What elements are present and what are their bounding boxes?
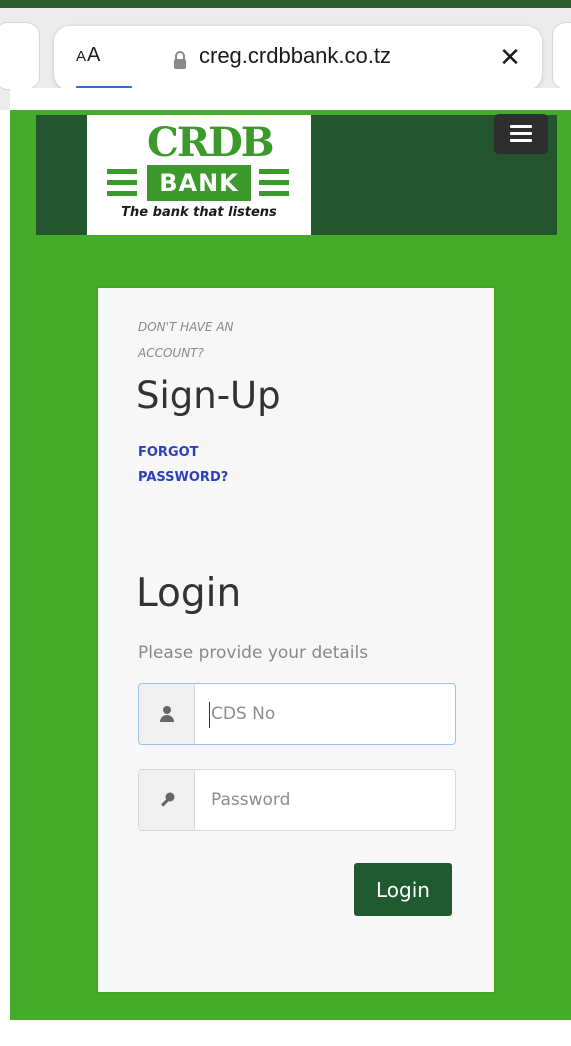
lock-icon — [174, 51, 186, 69]
page-bottom-edge — [0, 1020, 571, 1046]
cds-number-field-group — [138, 683, 456, 745]
browser-top-strip — [0, 0, 571, 8]
logo-brand-text: CRDB — [147, 119, 275, 166]
hamburger-menu-icon[interactable] — [494, 114, 548, 154]
login-subtitle: Please provide your details — [138, 643, 369, 663]
login-heading: Login — [136, 571, 242, 616]
logo-bank-text: BANK — [147, 165, 251, 201]
login-card: DON'T HAVE AN ACCOUNT? Sign-Up FORGOT PA… — [98, 288, 494, 992]
logo-stripes-left — [107, 169, 137, 197]
previous-tab[interactable] — [0, 22, 40, 90]
password-field-group — [138, 769, 456, 831]
logo-tagline: The bank that listens — [121, 205, 277, 220]
page-left-edge — [0, 110, 10, 1046]
url-text[interactable]: creg.crdbbank.co.tz — [199, 43, 391, 73]
text-cursor — [209, 702, 210, 728]
no-account-text: DON'T HAVE AN ACCOUNT? — [138, 320, 234, 360]
next-tab[interactable] — [552, 22, 571, 90]
toolbar-divider — [10, 88, 571, 110]
signup-link[interactable]: Sign-Up — [136, 372, 281, 420]
reader-text-size-button[interactable]: AA — [76, 44, 101, 74]
key-icon — [139, 770, 195, 830]
user-icon — [139, 684, 195, 744]
cds-number-input[interactable] — [195, 684, 455, 744]
address-bar[interactable]: AA creg.crdbbank.co.tz ✕ — [54, 26, 542, 90]
password-input[interactable] — [195, 770, 455, 830]
logo-stripes-right — [259, 169, 289, 197]
forgot-password-link[interactable]: FORGOT PASSWORD? — [138, 440, 278, 490]
close-icon[interactable]: ✕ — [494, 42, 526, 74]
crdb-bank-logo[interactable]: CRDB BANK The bank that listens — [87, 115, 311, 235]
login-button[interactable]: Login — [354, 863, 452, 916]
